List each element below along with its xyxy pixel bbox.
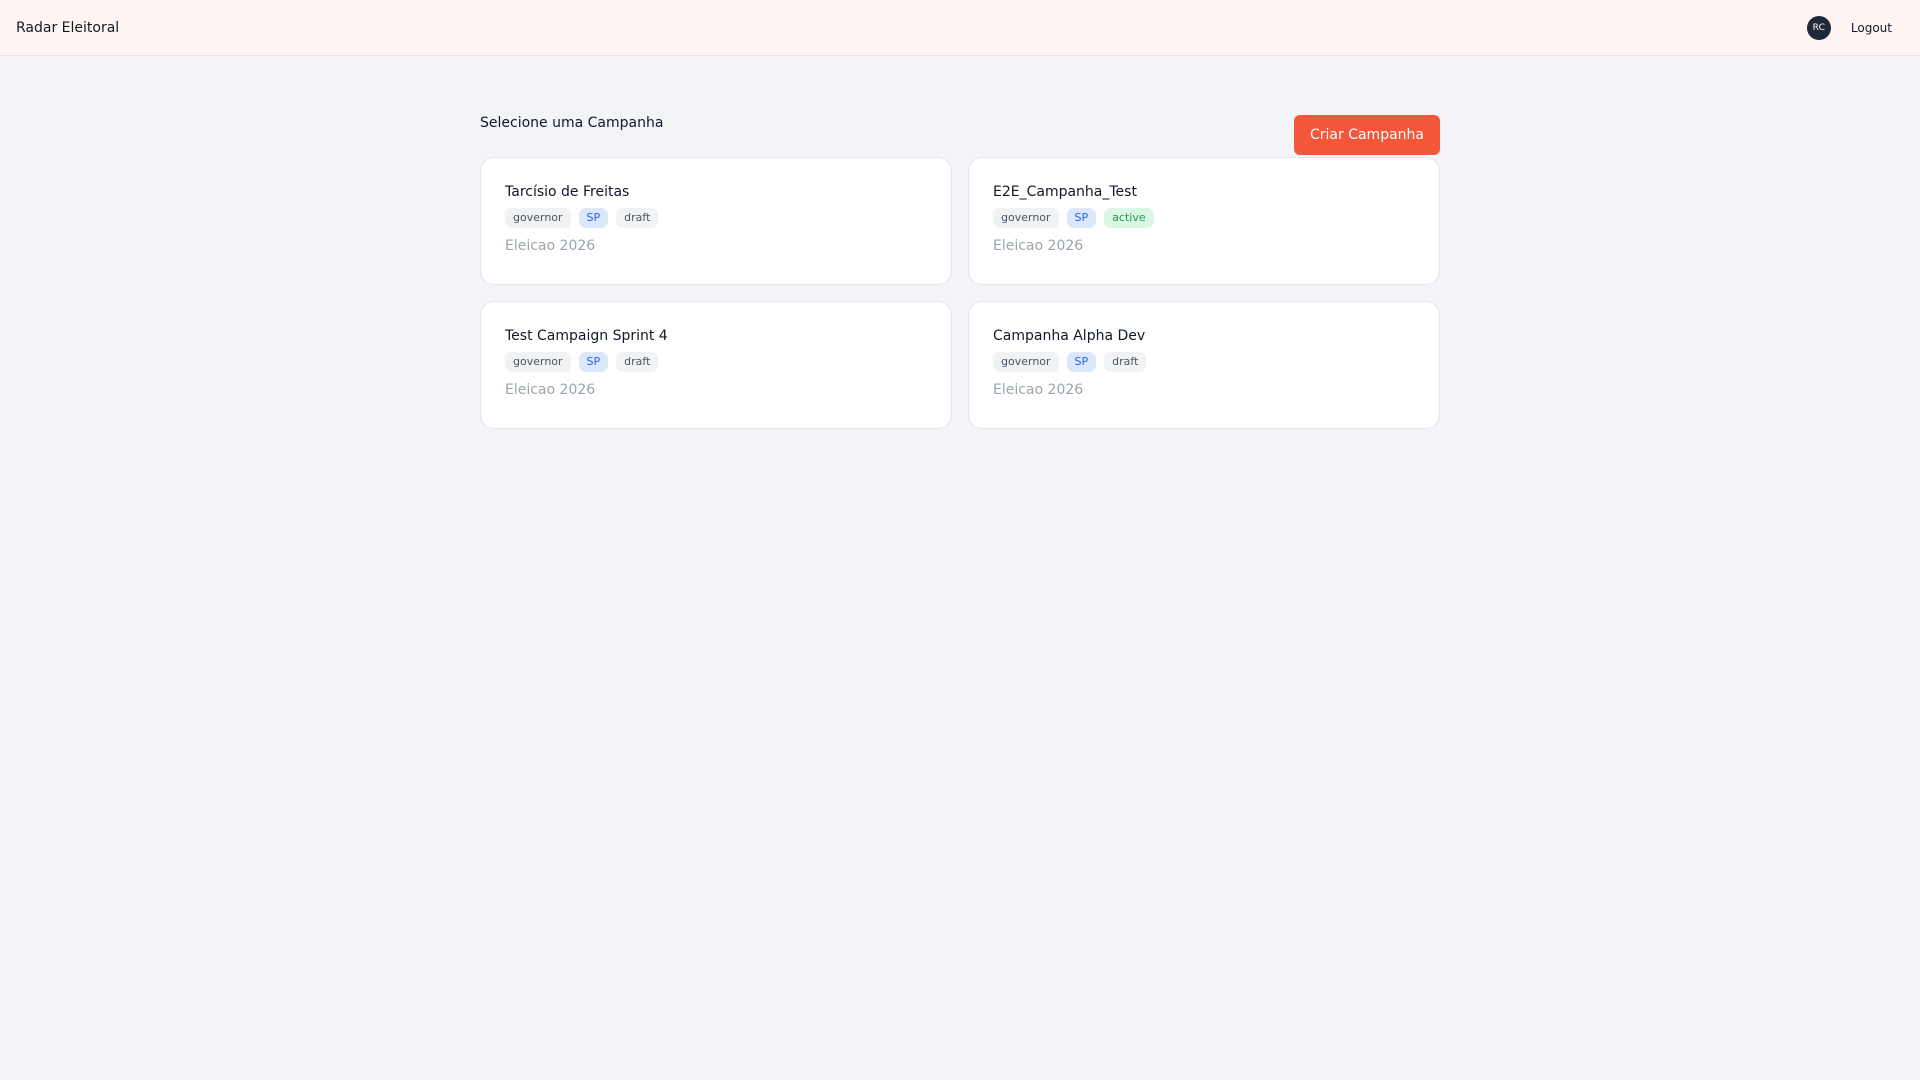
- state-badge: SP: [578, 352, 609, 372]
- campaign-badges: governor SP draft: [505, 352, 927, 372]
- state-badge: SP: [578, 208, 609, 228]
- status-badge: active: [1104, 208, 1154, 228]
- create-campaign-button[interactable]: Criar Campanha: [1294, 115, 1440, 155]
- office-badge: governor: [993, 208, 1059, 228]
- campaign-name: Tarcísio de Freitas: [505, 184, 630, 200]
- campaign-badges: governor SP draft: [993, 352, 1415, 372]
- status-badge: draft: [616, 208, 659, 228]
- campaign-name: Test Campaign Sprint 4: [505, 328, 668, 344]
- campaign-grid: Tarcísio de Freitas governor SP draft El…: [480, 157, 1440, 429]
- election-label: Eleicao 2026: [505, 382, 596, 398]
- campaign-card[interactable]: Tarcísio de Freitas governor SP draft El…: [480, 157, 952, 285]
- user-avatar[interactable]: RC: [1806, 15, 1831, 40]
- campaign-selection: Selecione uma Campanha Criar Campanha Ta…: [480, 115, 1440, 429]
- campaign-card[interactable]: Campanha Alpha Dev governor SP draft Ele…: [968, 301, 1440, 429]
- campaign-name: Campanha Alpha Dev: [993, 328, 1146, 344]
- state-badge: SP: [1066, 352, 1097, 372]
- office-badge: governor: [993, 352, 1059, 372]
- campaign-badges: governor SP draft: [505, 208, 927, 228]
- status-badge: draft: [1104, 352, 1147, 372]
- campaign-card[interactable]: Test Campaign Sprint 4 governor SP draft…: [480, 301, 952, 429]
- election-label: Eleicao 2026: [505, 238, 596, 254]
- status-badge: draft: [616, 352, 659, 372]
- campaign-card[interactable]: E2E_Campanha_Test governor SP active Ele…: [968, 157, 1440, 285]
- election-label: Eleicao 2026: [993, 382, 1084, 398]
- state-badge: SP: [1066, 208, 1097, 228]
- campaign-badges: governor SP active: [993, 208, 1415, 228]
- page-header: Selecione uma Campanha Criar Campanha: [480, 115, 1440, 157]
- election-label: Eleicao 2026: [993, 238, 1084, 254]
- page-title: Selecione uma Campanha: [480, 115, 664, 131]
- topbar-actions: RC Logout: [1806, 15, 1892, 40]
- office-badge: governor: [505, 352, 571, 372]
- brand-title: Radar Eleitoral: [16, 19, 120, 36]
- campaign-name: E2E_Campanha_Test: [993, 184, 1137, 200]
- office-badge: governor: [505, 208, 571, 228]
- logout-button[interactable]: Logout: [1851, 21, 1892, 35]
- top-navbar: Radar Eleitoral RC Logout: [0, 0, 1920, 56]
